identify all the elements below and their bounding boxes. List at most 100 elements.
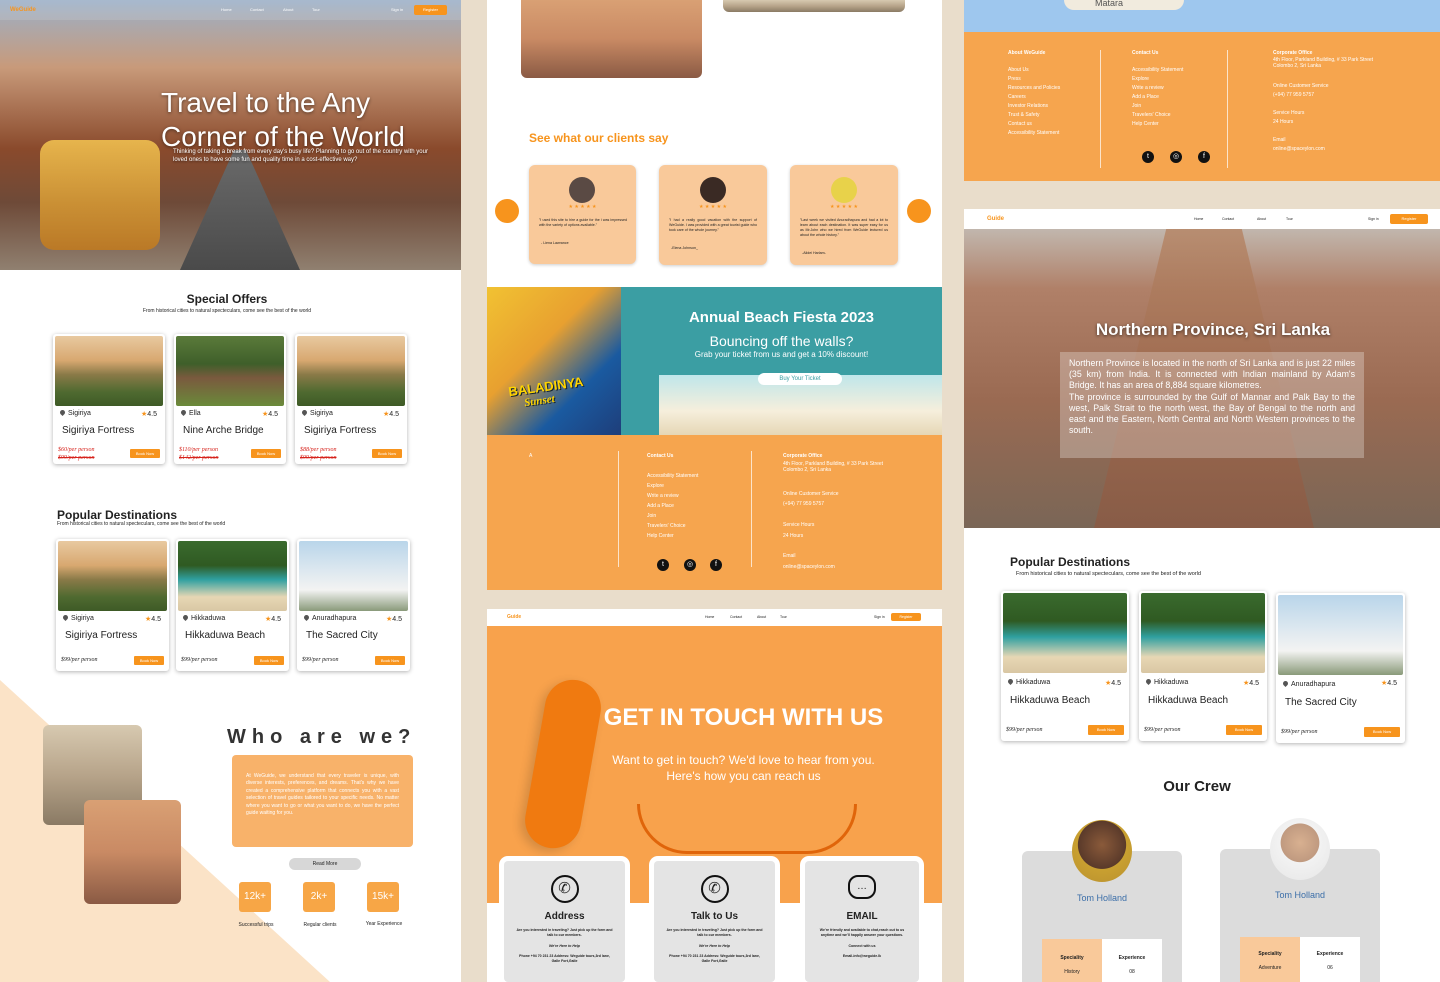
twitter-icon[interactable]: t [1142, 151, 1154, 163]
promo-title: Annual Beach Fiesta 2023 [688, 309, 875, 326]
footer-link[interactable]: Write a review [1132, 84, 1183, 93]
footer-link[interactable]: Join [647, 511, 698, 521]
nav-about[interactable]: About [757, 615, 766, 619]
footer-link[interactable]: Travelers' Choice [1132, 111, 1183, 120]
footer-links: Accessibility Statement Explore Write a … [647, 471, 698, 541]
touch-line1: Want to get in touch? We'd love to hear … [612, 753, 875, 767]
book-now-button[interactable]: Book Now [1364, 727, 1400, 737]
footer-link[interactable]: Investor Relations [1008, 102, 1060, 111]
destination-card[interactable]: Hikkaduwa ★4.5 Hikkaduwa Beach $99/per p… [1139, 591, 1267, 741]
offer-card[interactable]: Ella ★4.5 Nine Arche Bridge $110/per per… [174, 334, 286, 464]
map: Matara [964, 0, 1440, 32]
page-home: WeGuide Home Contact About Tour Sign in … [0, 0, 461, 982]
location-pin-icon [61, 613, 70, 622]
nav-about[interactable]: About [1257, 217, 1266, 221]
stat-value: 2k+ [310, 891, 328, 902]
province-para-2: The province is surrounded by the Gulf o… [1069, 391, 1355, 436]
destination-card[interactable]: Hikkaduwa ★4.5 Hikkaduwa Beach $99/per p… [1001, 591, 1129, 741]
rating-value: 4.5 [1249, 680, 1259, 687]
nav-tour[interactable]: Tour [780, 615, 787, 619]
review-text: "I used this site to hire a guide for th… [539, 218, 627, 227]
destination-card[interactable]: Hikkaduwa ★4.5 Hikkaduwa Beach $99/per p… [176, 539, 289, 671]
book-now-button[interactable]: Book Now [134, 656, 164, 665]
footer-hours: 24 Hours [783, 533, 804, 539]
review-text: "Last week we visited Anuradhapura and h… [800, 218, 888, 237]
signin-link[interactable]: Sign in [391, 7, 403, 12]
instagram-icon[interactable]: ◎ [684, 559, 696, 571]
book-now-button[interactable]: Book Now [1088, 725, 1124, 735]
read-more-button[interactable]: Read More [289, 858, 361, 870]
card-old-price: $99/per person [58, 455, 95, 461]
footer-corp-address: 4th Floor, Parkland Building, # 33 Park … [1273, 57, 1374, 69]
offer-card[interactable]: Sigiriya ★4.5 Sigiriya Fortress $88/per … [295, 334, 407, 464]
footer-link[interactable]: Explore [1132, 75, 1183, 84]
footer-link[interactable]: Contact us [1008, 120, 1060, 129]
logo[interactable]: Guide [507, 614, 521, 620]
signin-link[interactable]: Sign in [874, 615, 885, 619]
book-now-button[interactable]: Book Now [254, 656, 284, 665]
card-price: $99/per person [1281, 729, 1318, 735]
signin-link[interactable]: Sign in [1368, 217, 1379, 221]
nav-about[interactable]: About [283, 7, 293, 12]
destination-card[interactable]: Anuradhapura ★4.5 The Sacred City $99/pe… [1276, 593, 1405, 743]
twitter-icon[interactable]: t [657, 559, 669, 571]
footer-link[interactable]: Add a Place [1132, 93, 1183, 102]
destination-card[interactable]: Sigiriya ★4.5 Sigiriya Fortress $99/per … [56, 539, 169, 671]
footer-contact-title: Contact Us [1132, 50, 1159, 56]
nav-home[interactable]: Home [221, 7, 232, 12]
buy-ticket-button[interactable]: Buy Your Ticket [758, 373, 842, 385]
footer-link[interactable]: Explore [647, 481, 698, 491]
footer-link[interactable]: Accessibility Statement [1132, 66, 1183, 75]
hero-title-line1: Travel to the Any [161, 87, 371, 118]
rating-value: 4.5 [147, 411, 157, 418]
next-arrow-button[interactable] [907, 199, 931, 223]
crew-name: Tom Holland [1076, 893, 1128, 903]
nav-tour[interactable]: Tour [312, 7, 320, 12]
nav-contact[interactable]: Contact [730, 615, 742, 619]
book-now-button[interactable]: Book Now [372, 449, 402, 458]
register-button[interactable]: Register [414, 5, 447, 15]
card-location: Ella [179, 408, 201, 417]
logo[interactable]: Guide [987, 216, 1004, 222]
nav-contact[interactable]: Contact [250, 7, 264, 12]
destination-card[interactable]: Anuradhapura ★4.5 The Sacred City $99/pe… [297, 539, 410, 671]
card-rating: ★4.5 [386, 615, 402, 623]
page-home-lower: See what our clients say ★ ★ ★ ★ ★ "I us… [487, 0, 942, 590]
offer-card[interactable]: Sigiriya ★4.5 Sigiriya Fortress $60/per … [53, 334, 165, 464]
facebook-icon[interactable]: f [710, 559, 722, 571]
card-location: Anuradhapura [1281, 679, 1335, 688]
footer-link[interactable]: Trust & Safety [1008, 111, 1060, 120]
nav-contact[interactable]: Contact [1222, 217, 1234, 221]
footer-link[interactable]: Join [1132, 102, 1183, 111]
nav-home[interactable]: Home [705, 615, 714, 619]
nav-home[interactable]: Home [1194, 217, 1203, 221]
popular-subtitle: From historical cities to natural specte… [1016, 571, 1201, 577]
book-now-button[interactable]: Book Now [375, 656, 405, 665]
footer-link[interactable]: Help Center [1132, 120, 1183, 129]
footer-link[interactable]: Accessibility Statement [1008, 129, 1060, 138]
card-location: Hikkaduwa [181, 613, 225, 622]
footer-link[interactable]: Help Center [647, 531, 698, 541]
facebook-icon[interactable]: f [1198, 151, 1210, 163]
register-button[interactable]: Register [891, 613, 921, 621]
logo[interactable]: WeGuide [10, 7, 36, 13]
footer-link[interactable]: Press [1008, 75, 1060, 84]
top-nav: Guide Home Contact About Tour Sign in Re… [487, 609, 942, 626]
instagram-icon[interactable]: ◎ [1170, 151, 1182, 163]
book-now-button[interactable]: Book Now [251, 449, 281, 458]
book-now-button[interactable]: Book Now [130, 449, 160, 458]
footer-link[interactable]: Add a Place [647, 501, 698, 511]
footer-link[interactable]: Travelers' Choice [647, 521, 698, 531]
book-now-button[interactable]: Book Now [1226, 725, 1262, 735]
speciality-label: Speciality [1258, 951, 1282, 957]
footer-link[interactable]: Resources and Policies [1008, 84, 1060, 93]
footer-link[interactable]: Careers [1008, 93, 1060, 102]
nav-tour[interactable]: Tour [1286, 217, 1293, 221]
register-button[interactable]: Register [1390, 214, 1428, 224]
footer-link[interactable]: Write a review [647, 491, 698, 501]
footer-link[interactable]: Accessibility Statement [647, 471, 698, 481]
stat-box: 2k+ [303, 882, 335, 912]
footer-link[interactable]: About Us [1008, 66, 1060, 75]
prev-arrow-button[interactable] [495, 199, 519, 223]
contact-card-sub: Connect with us [848, 944, 876, 948]
